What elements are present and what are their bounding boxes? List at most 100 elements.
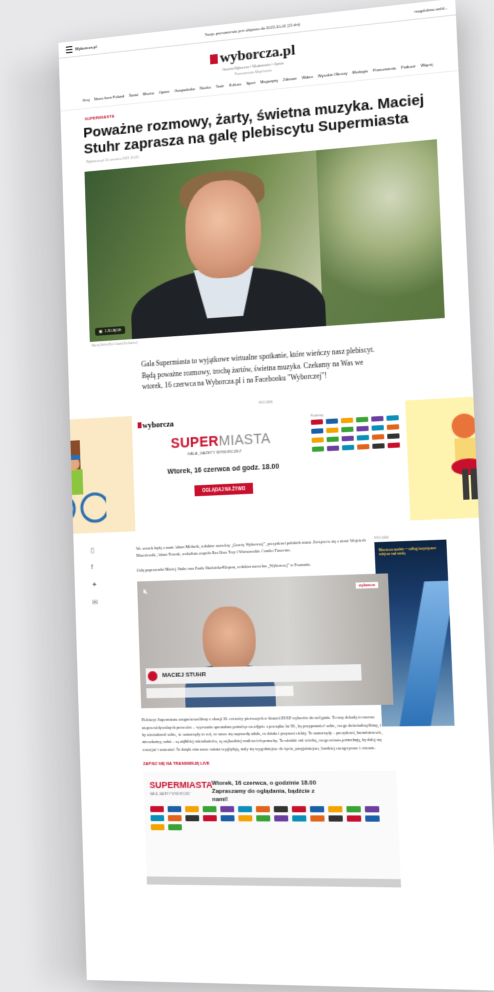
sponsor-logo bbox=[311, 427, 324, 434]
article-page: Wyborcza.pl Twoja prenumerata jest aktyw… bbox=[58, 0, 494, 991]
sponsor-logo bbox=[371, 433, 385, 440]
sponsor-logo bbox=[185, 805, 199, 813]
sponsor-logo bbox=[273, 805, 288, 813]
sponsor-logo bbox=[386, 423, 400, 430]
sponsor-logo bbox=[365, 815, 380, 822]
sponsor-logo bbox=[309, 806, 325, 813]
bottom-banner[interactable]: SUPERMIASTA GALA „GAZETY WYBORCZEJ” Wtor… bbox=[143, 770, 402, 888]
article-text: We wtorek będą z nami Adam Michnik, reda… bbox=[136, 535, 388, 574]
sponsor-logo bbox=[387, 441, 400, 448]
sponsor-logo bbox=[310, 418, 323, 425]
promo-logo: wyborcza bbox=[137, 419, 174, 430]
sponsor-logo bbox=[341, 426, 354, 432]
sponsor-logo bbox=[364, 806, 380, 813]
sponsor-logo bbox=[325, 417, 339, 424]
nav-item[interactable]: News from Poland bbox=[94, 94, 125, 102]
hamburger-icon bbox=[65, 45, 73, 53]
nav-item[interactable]: Miasta bbox=[143, 91, 154, 97]
promo-center: wyborcza SUPERMIASTA GALA „GAZETY WYBORC… bbox=[131, 400, 411, 531]
sponsor-logo bbox=[328, 815, 343, 822]
sponsor-logo bbox=[326, 426, 339, 433]
sponsor-logo bbox=[356, 434, 370, 441]
sponsor-logo bbox=[328, 806, 343, 813]
nav-item[interactable]: Prenumerata bbox=[373, 65, 396, 72]
article-photo[interactable]: ▣ 1 ZDJĘCIE bbox=[84, 139, 445, 342]
facebook-icon[interactable]: f bbox=[91, 564, 97, 571]
sponsor-logo bbox=[340, 417, 354, 423]
supermiasta-logo: SUPERMIASTA GALA „GAZETY WYBORCZEJ” bbox=[170, 429, 271, 456]
sponsor-logo bbox=[220, 815, 235, 822]
sponsor-logo bbox=[185, 815, 200, 822]
sponsor-logo bbox=[168, 824, 182, 831]
sponsor-logo bbox=[220, 805, 235, 813]
article-body: ▯ f ✦ ✉ REKLAMA Miasto na wodzie — odkry… bbox=[74, 532, 494, 889]
paragraph: We wtorek będą z nami Adam Michnik, reda… bbox=[135, 536, 366, 558]
sponsor-logo bbox=[341, 444, 355, 450]
sponsor-logo bbox=[292, 815, 307, 822]
nav-item[interactable]: Więcej bbox=[421, 62, 433, 68]
sponsor-logo bbox=[356, 425, 369, 432]
logo-square-icon bbox=[210, 53, 219, 65]
nav-item[interactable]: Opinie bbox=[159, 89, 170, 95]
sponsor-logo bbox=[355, 416, 369, 422]
nav-item[interactable]: Wideo bbox=[302, 74, 313, 80]
paragraph: Plebiscyt Supermiasta zorganizowaliśmy z… bbox=[141, 714, 392, 752]
email-icon[interactable]: ✉ bbox=[92, 598, 98, 606]
sponsor-logo bbox=[202, 815, 217, 822]
nav-item[interactable]: Wysokie Obcasy bbox=[318, 70, 348, 78]
screenshot-stage: Wyborcza.pl Twoja prenumerata jest aktyw… bbox=[0, 0, 494, 992]
sponsor-logo bbox=[341, 435, 354, 441]
nav-item[interactable]: Teatr bbox=[216, 83, 225, 89]
article-text-2: Plebiscyt Supermiasta zorganizowaliśmy z… bbox=[141, 713, 395, 753]
nav-item[interactable]: Świat bbox=[129, 92, 138, 98]
sponsor-logo bbox=[150, 805, 164, 812]
sponsor-logo bbox=[150, 814, 165, 822]
nav-item[interactable]: Magazyny bbox=[260, 78, 278, 85]
live-stream-link[interactable]: ZAPISZ SIĘ NA TRANSMISJĘ LIVE bbox=[143, 759, 490, 766]
supermiasta-promo[interactable]: REKLAMA wyborcza SUPERMIASTA GALA „GAZET… bbox=[58, 394, 494, 535]
watch-live-button[interactable]: OGLĄDAJ NA ŻYWO bbox=[194, 482, 254, 496]
sponsor-logo bbox=[274, 815, 289, 822]
mute-icon[interactable]: 🔇︎ bbox=[143, 587, 148, 597]
nav-item[interactable]: Kultura bbox=[229, 81, 241, 87]
sponsor-logo bbox=[311, 445, 325, 452]
menu-button[interactable]: Wyborcza.pl bbox=[65, 43, 97, 53]
account-menu[interactable]: magdalena.wold... bbox=[414, 5, 447, 14]
article-lead: Gala Supermiasta to wyjątkowe wirtualne … bbox=[141, 345, 375, 391]
sponsor-logo bbox=[238, 815, 253, 822]
sponsor-logo bbox=[310, 815, 325, 822]
video-logo: wyborcza bbox=[355, 582, 379, 590]
bookmark-icon[interactable]: ▯ bbox=[91, 546, 97, 554]
sponsor-logo bbox=[346, 815, 362, 822]
subscription-status: Twoja prenumerata jest aktywna do 2022-1… bbox=[204, 21, 301, 37]
video-player[interactable]: 🔇︎ wyborcza MACIEJ STUHR bbox=[137, 573, 394, 709]
sponsor-logo bbox=[371, 424, 384, 431]
nav-item[interactable]: Nauka bbox=[200, 85, 211, 91]
sponsor-logo bbox=[386, 414, 399, 421]
camera-icon: ▣ bbox=[98, 329, 102, 334]
share-bar: ▯ f ✦ ✉ bbox=[91, 546, 98, 606]
menu-label: Wyborcza.pl bbox=[75, 43, 97, 51]
sponsor-logo bbox=[357, 443, 370, 450]
photo-count-badge[interactable]: ▣ 1 ZDJĘCIE bbox=[94, 326, 126, 336]
promo-date: Wtorek, 16 czerwca od godz. 18.00 bbox=[167, 463, 280, 476]
sponsor-logo bbox=[237, 805, 253, 813]
sponsor-logo bbox=[311, 436, 324, 443]
sponsor-logo bbox=[326, 435, 339, 442]
nav-item[interactable]: Sport bbox=[246, 80, 255, 86]
sponsor-logo bbox=[150, 824, 165, 831]
paragraph: Galę poprowadzi Maciej Stuhr oraz Paula … bbox=[136, 561, 312, 573]
play-icon[interactable] bbox=[147, 671, 158, 682]
nav-item[interactable]: Gospodarka bbox=[174, 86, 195, 93]
nav-item[interactable]: Zdrowie bbox=[283, 76, 297, 82]
sponsor-logo bbox=[256, 815, 271, 822]
sponsor-logo bbox=[346, 806, 361, 813]
sponsor-logo bbox=[387, 432, 400, 439]
nav-item[interactable]: Podcast bbox=[401, 63, 416, 69]
sponsor-logo bbox=[255, 805, 270, 813]
twitter-icon[interactable]: ✦ bbox=[92, 580, 98, 588]
sponsor-logos: Partnerzy bbox=[311, 408, 404, 455]
nav-item[interactable]: Ekologia bbox=[352, 68, 368, 74]
portrait-face bbox=[183, 177, 263, 281]
nav-item[interactable]: Kraj bbox=[83, 97, 90, 102]
